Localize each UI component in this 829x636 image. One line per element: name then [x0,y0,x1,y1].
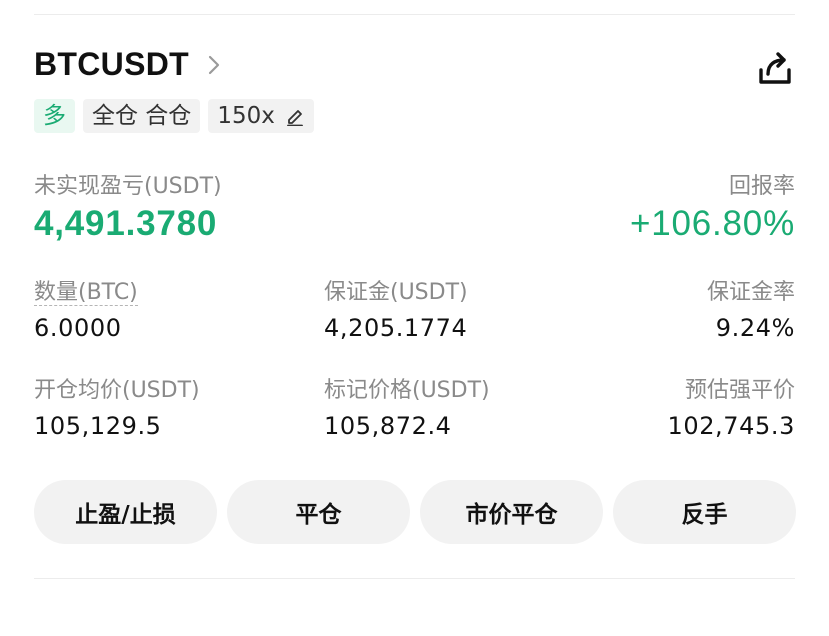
liquidation-price-value: 102,745.3 [667,412,795,440]
top-divider [34,14,795,15]
roi-label: 回报率 [728,174,795,199]
stats-row-1: 数量(BTC) 6.0000 保证金(USDT) 4,205.1774 保证金率… [34,274,795,344]
market-close-button[interactable]: 市价平仓 [420,480,603,544]
roi-value: +106.80% [629,204,795,243]
liquidation-price-label: 预估强平价 [684,378,795,403]
margin-ratio-label: 保证金率 [706,280,795,305]
entry-price-cell: 开仓均价(USDT) 105,129.5 [34,372,200,440]
position-header[interactable]: BTCUSDT [34,46,221,83]
margin-ratio-value: 9.24% [715,314,795,342]
leverage-tag[interactable]: 150x [208,99,314,133]
quantity-label[interactable]: 数量(BTC) [34,280,138,306]
position-card: BTCUSDT 多 全仓 合仓 150x 未实现盈亏(USDT) 回报率 4,4… [0,0,829,636]
share-icon[interactable] [755,50,795,88]
close-position-button[interactable]: 平仓 [227,480,410,544]
margin-cell: 保证金(USDT) 4,205.1774 [324,274,468,342]
unrealized-pnl-value: 4,491.3780 [34,204,218,243]
margin-ratio-cell: 保证金率 9.24% [707,274,795,342]
unrealized-pnl-label: 未实现盈亏(USDT) [34,174,222,199]
quantity-value: 6.0000 [34,314,122,342]
bottom-divider [34,578,795,579]
side-tag: 多 [34,99,75,133]
liquidation-price-cell: 预估强平价 102,745.3 [667,372,795,440]
position-tags: 多 全仓 合仓 150x [34,99,314,133]
edit-icon[interactable] [285,106,305,126]
margin-value: 4,205.1774 [324,314,468,342]
margin-mode-tag: 全仓 合仓 [83,99,201,133]
mark-price-value: 105,872.4 [324,412,452,440]
entry-price-label: 开仓均价(USDT) [34,378,200,403]
mark-price-cell: 标记价格(USDT) 105,872.4 [324,372,490,440]
tp-sl-button[interactable]: 止盈/止损 [34,480,217,544]
leverage-value: 150x [217,103,275,129]
margin-label: 保证金(USDT) [324,280,468,305]
quantity-cell[interactable]: 数量(BTC) 6.0000 [34,274,138,342]
stats-row-2: 开仓均价(USDT) 105,129.5 标记价格(USDT) 105,872.… [34,372,795,442]
mark-price-label: 标记价格(USDT) [324,378,490,403]
chevron-right-icon[interactable] [207,54,221,76]
symbol-title[interactable]: BTCUSDT [34,46,189,83]
reverse-position-button[interactable]: 反手 [613,480,796,544]
action-buttons: 止盈/止损 平仓 市价平仓 反手 [34,480,796,544]
entry-price-value: 105,129.5 [34,412,162,440]
